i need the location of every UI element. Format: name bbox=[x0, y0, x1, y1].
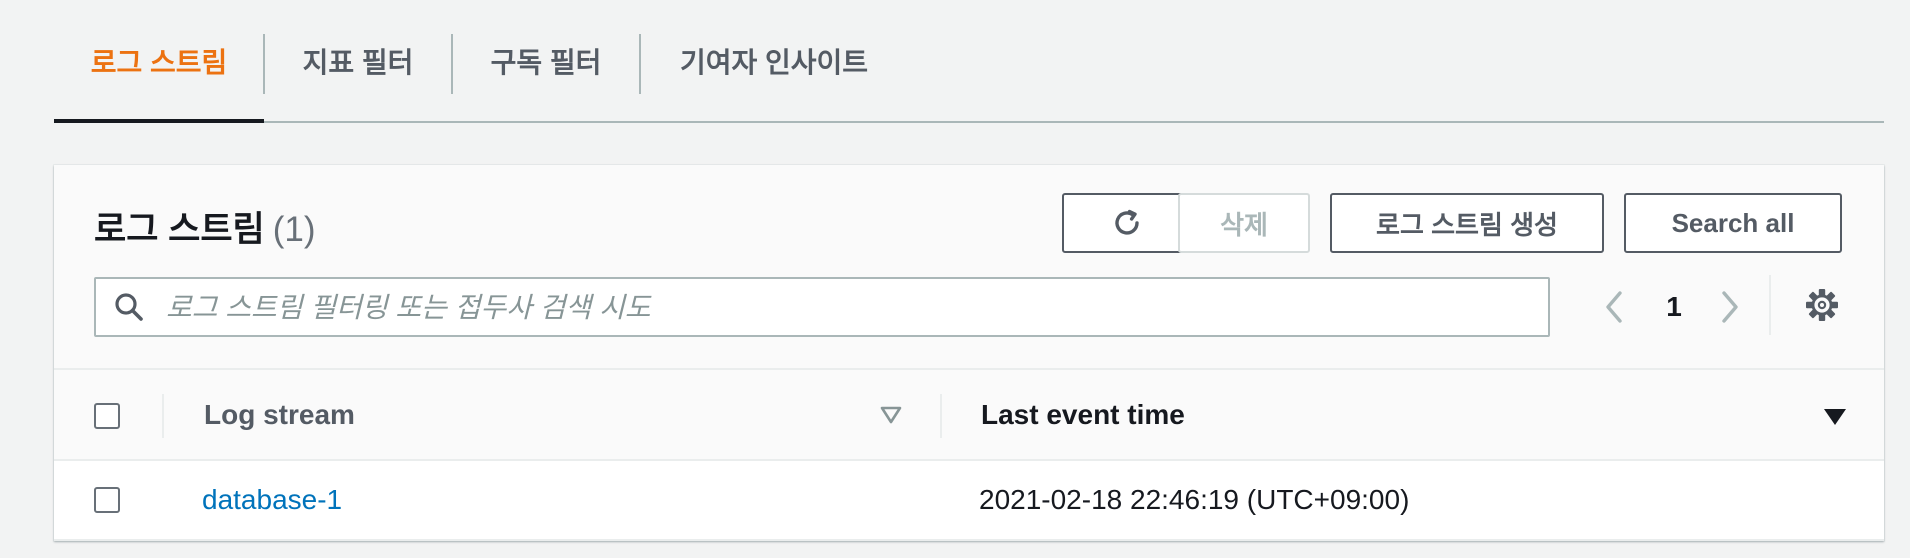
log-streams-panel: 로그 스트림(1) 삭제 로그 스트림 생성 Search all 1 bbox=[54, 165, 1884, 541]
pagination-divider bbox=[1769, 275, 1771, 335]
search-icon bbox=[115, 293, 143, 321]
search-all-button[interactable]: Search all bbox=[1624, 193, 1842, 253]
column-header-log-stream[interactable]: Log stream bbox=[204, 370, 355, 459]
refresh-button[interactable] bbox=[1062, 193, 1192, 253]
tab-bar: 로그 스트림 지표 필터 구독 필터 기여자 인사이트 bbox=[54, 0, 1884, 123]
tab-subscription-filters[interactable]: 구독 필터 bbox=[453, 0, 639, 121]
tab-contributor-insights[interactable]: 기여자 인사이트 bbox=[641, 0, 907, 121]
next-page-icon[interactable] bbox=[1710, 283, 1750, 331]
sort-descending-icon[interactable] bbox=[1823, 407, 1847, 427]
column-header-last-event-time[interactable]: Last event time bbox=[981, 370, 1185, 459]
gear-icon[interactable] bbox=[1802, 285, 1842, 325]
last-event-time-cell: 2021-02-18 22:46:19 (UTC+09:00) bbox=[979, 484, 1410, 515]
stream-count: (1) bbox=[272, 210, 316, 249]
table-row: database-1 2021-02-18 22:46:19 (UTC+09:0… bbox=[54, 461, 1884, 541]
table-header: Log stream Last event time bbox=[54, 368, 1884, 461]
search-box bbox=[94, 277, 1550, 337]
row-checkbox[interactable] bbox=[94, 487, 120, 513]
previous-page-icon[interactable] bbox=[1594, 283, 1634, 331]
create-log-stream-button[interactable]: 로그 스트림 생성 bbox=[1330, 193, 1604, 253]
refresh-icon bbox=[1115, 209, 1139, 235]
search-input[interactable] bbox=[164, 285, 1538, 331]
select-all-checkbox[interactable] bbox=[94, 403, 120, 429]
delete-button[interactable]: 삭제 bbox=[1178, 193, 1310, 253]
tab-log-streams[interactable]: 로그 스트림 bbox=[54, 0, 264, 123]
panel-title-text: 로그 스트림 bbox=[94, 210, 265, 249]
column-divider bbox=[940, 394, 942, 438]
current-page-number[interactable]: 1 bbox=[1654, 283, 1694, 331]
log-stream-link[interactable]: database-1 bbox=[202, 461, 342, 539]
column-divider bbox=[162, 394, 164, 438]
tab-metric-filters[interactable]: 지표 필터 bbox=[265, 0, 451, 121]
panel-title: 로그 스트림 (1) bbox=[94, 201, 316, 252]
sort-indicator-icon[interactable] bbox=[880, 405, 902, 425]
